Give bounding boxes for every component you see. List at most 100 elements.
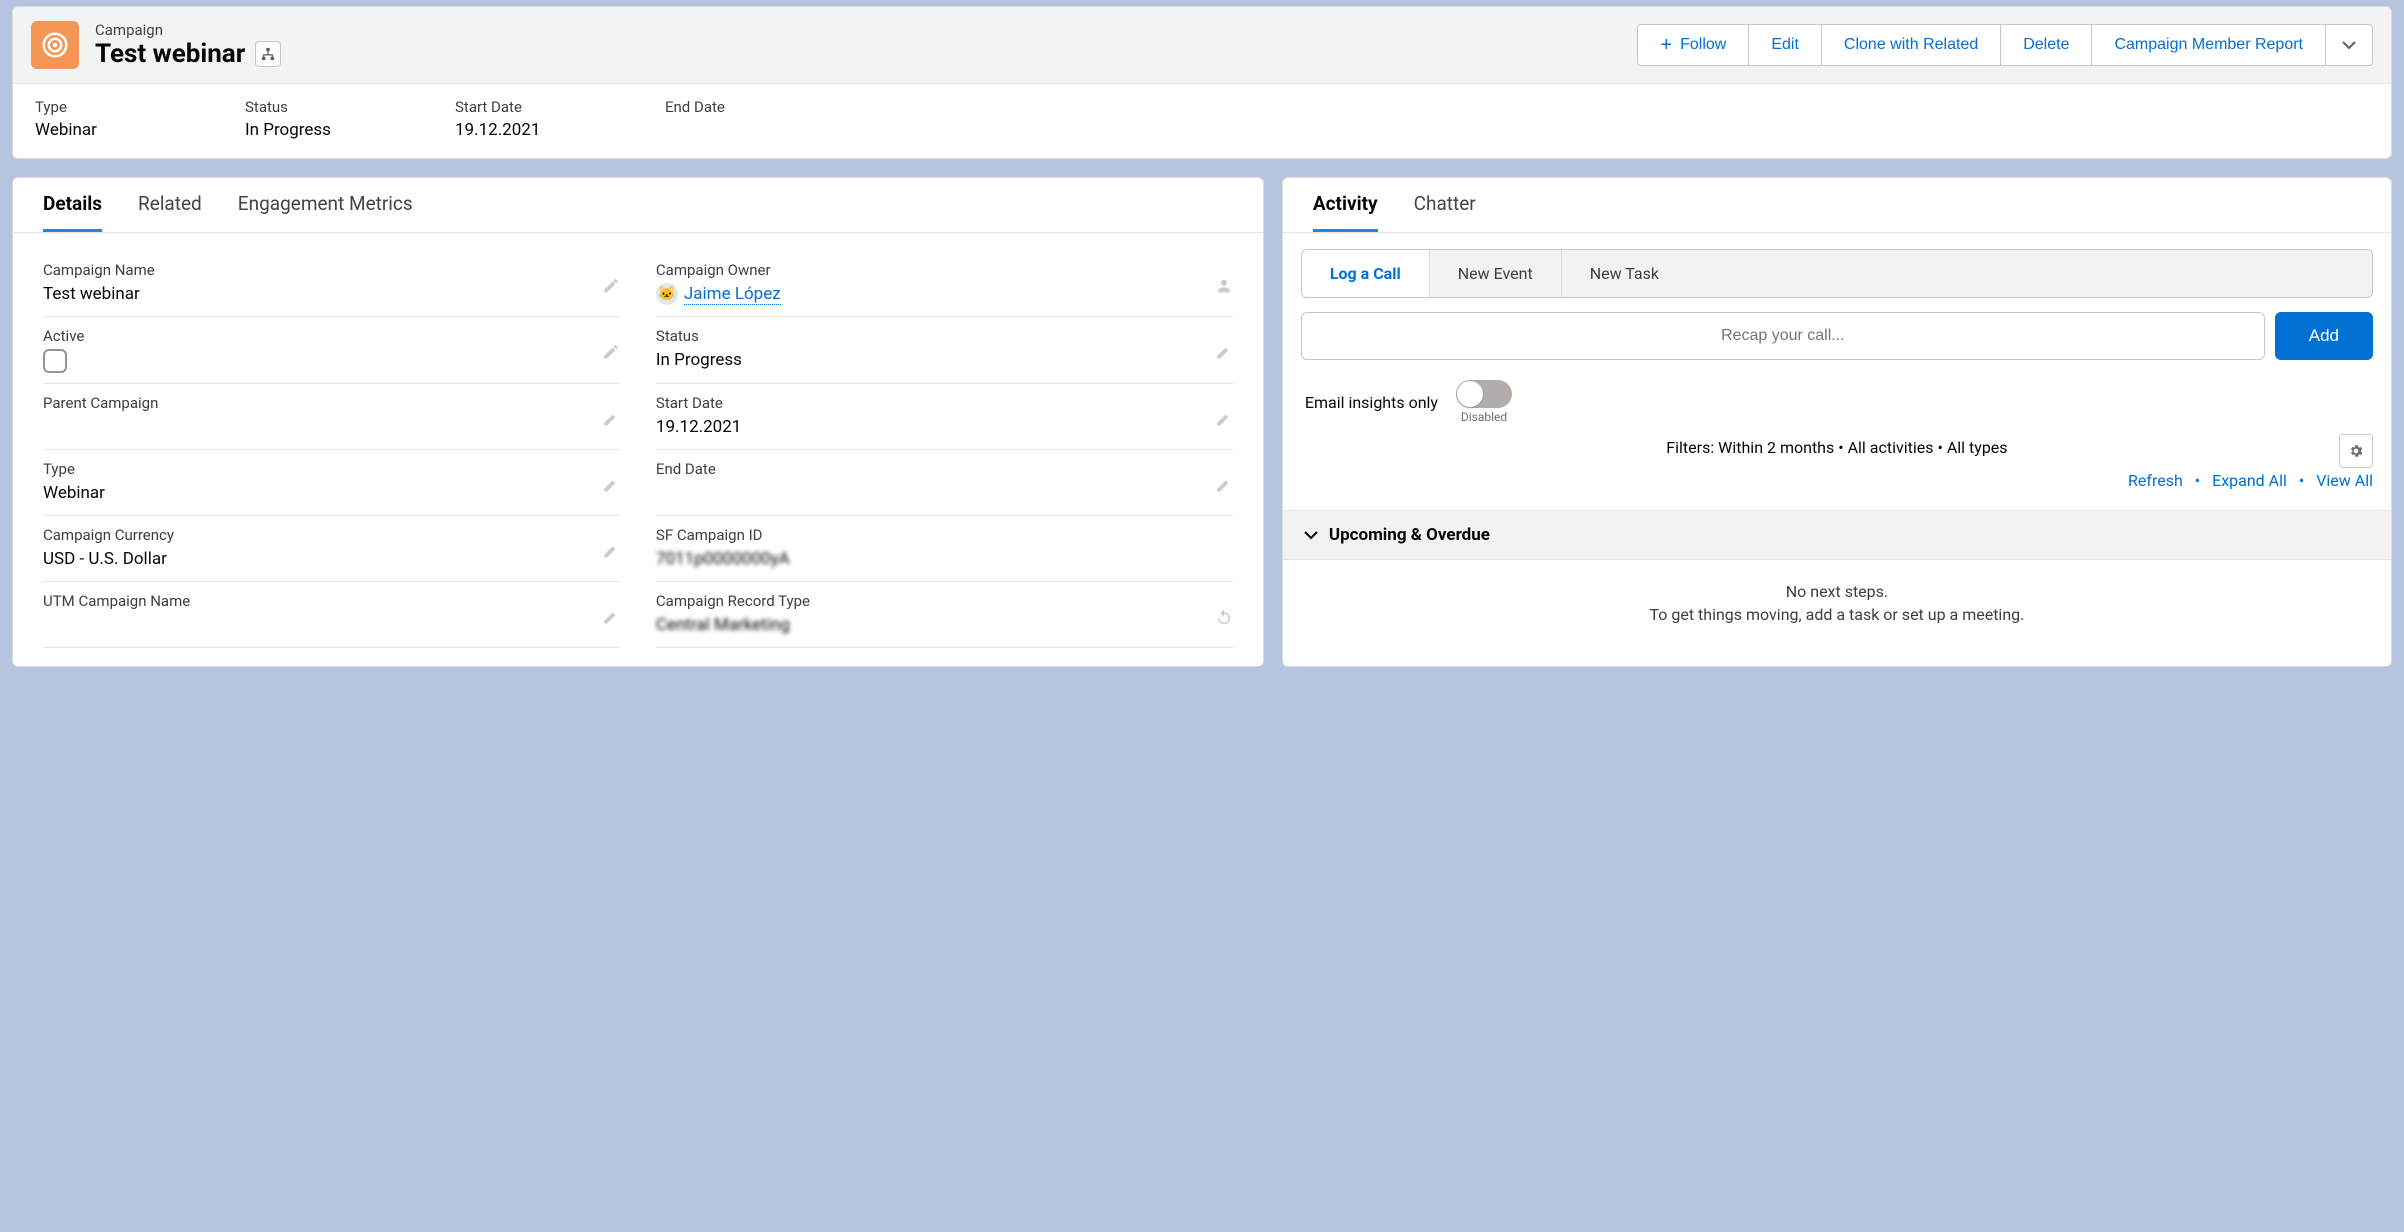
refresh-link[interactable]: Refresh [2128,471,2183,490]
field-value: Central Marketing [656,614,1233,636]
field-label: End Date [656,460,1233,478]
field-label: Parent Campaign [43,394,620,412]
change-owner-icon[interactable] [1215,276,1233,294]
chevron-down-icon [1303,527,1319,543]
field-value [43,614,620,636]
field-parent-campaign: Parent Campaign [43,384,620,450]
edit-button[interactable]: Edit [1748,24,1822,66]
hierarchy-button[interactable] [255,41,281,67]
owner-link[interactable]: Jaime López [684,284,781,305]
empty-line-1: No next steps. [1313,582,2361,601]
field-value [43,416,620,438]
field-label: Active [43,327,620,345]
owner-avatar-icon: 🐱 [656,283,678,305]
tab-engagement-metrics[interactable]: Engagement Metrics [238,192,413,232]
highlight-status: Status In Progress [245,98,385,140]
change-record-type-icon[interactable] [1215,607,1233,625]
field-value: 7011p0000000yA [656,548,1233,570]
edit-icon[interactable] [1215,343,1233,361]
field-value: Webinar [43,482,620,504]
subtab-log-a-call[interactable]: Log a Call [1302,250,1430,297]
gear-icon [2348,443,2364,459]
edit-icon[interactable] [1215,475,1233,493]
edit-icon[interactable] [602,343,620,361]
more-actions-button[interactable] [2325,24,2373,66]
field-value: 19.12.2021 [656,416,1233,438]
highlight-label: Start Date [455,98,595,116]
tab-chatter[interactable]: Chatter [1414,192,1476,232]
chevron-down-icon [2342,40,2356,50]
detail-tabset: Details Related Engagement Metrics [13,178,1263,233]
activity-subtabs: Log a Call New Event New Task [1301,249,2373,298]
highlight-value: Webinar [35,120,175,140]
field-sf-campaign-id: SF Campaign ID 7011p0000000yA [656,516,1233,582]
highlight-type: Type Webinar [35,98,175,140]
delete-button[interactable]: Delete [2000,24,2092,66]
field-value: USD - U.S. Dollar [43,548,620,570]
field-label: Type [43,460,620,478]
section-title: Upcoming & Overdue [1329,525,1490,545]
field-type: Type Webinar [43,450,620,516]
subtab-new-event[interactable]: New Event [1430,250,1562,297]
field-label: SF Campaign ID [656,526,1233,544]
tab-details[interactable]: Details [43,192,102,232]
record-title: Test webinar [95,39,245,69]
record-header: Campaign Test webinar + Follow Edit Clon… [12,6,2392,159]
plus-icon: + [1660,35,1672,55]
highlight-start-date: Start Date 19.12.2021 [455,98,595,140]
field-campaign-owner: Campaign Owner 🐱 Jaime López [656,251,1233,317]
highlight-label: Type [35,98,175,116]
follow-button[interactable]: + Follow [1637,24,1749,66]
edit-icon[interactable] [602,276,620,294]
member-report-button[interactable]: Campaign Member Report [2091,24,2326,66]
field-value: In Progress [656,349,1233,371]
field-value [656,482,1233,504]
field-label: Campaign Owner [656,261,1233,279]
empty-line-2: To get things moving, add a task or set … [1313,605,2361,624]
field-start-date: Start Date 19.12.2021 [656,384,1233,450]
edit-icon[interactable] [1215,409,1233,427]
highlight-label: Status [245,98,385,116]
edit-icon[interactable] [602,541,620,559]
upcoming-overdue-section[interactable]: Upcoming & Overdue [1283,510,2391,560]
expand-all-link[interactable]: Expand All [2212,471,2287,490]
field-utm-campaign-name: UTM Campaign Name [43,582,620,648]
highlight-value: In Progress [245,120,385,140]
field-label: Campaign Currency [43,526,620,544]
empty-state: No next steps. To get things moving, add… [1301,560,2373,634]
field-label: Status [656,327,1233,345]
email-insights-label: Email insights only [1305,393,1438,412]
edit-icon[interactable] [602,475,620,493]
filters-text: Filters: Within 2 months • All activitie… [1666,438,2007,457]
field-label: Campaign Record Type [656,592,1233,610]
field-label: UTM Campaign Name [43,592,620,610]
field-campaign-name: Campaign Name Test webinar [43,251,620,317]
view-all-link[interactable]: View All [2316,471,2373,490]
toggle-state: Disabled [1461,410,1507,424]
field-label: Campaign Name [43,261,620,279]
field-active: Active [43,317,620,384]
clone-button[interactable]: Clone with Related [1821,24,2001,66]
campaign-icon [31,21,79,69]
field-status: Status In Progress [656,317,1233,384]
edit-icon[interactable] [602,607,620,625]
tab-activity[interactable]: Activity [1313,192,1378,232]
active-checkbox[interactable] [43,349,67,373]
recap-call-input[interactable] [1301,312,2265,360]
follow-label: Follow [1680,36,1726,54]
field-value: Test webinar [43,283,620,305]
field-campaign-record-type: Campaign Record Type Central Marketing [656,582,1233,648]
subtab-new-task[interactable]: New Task [1562,250,2372,297]
highlight-end-date: End Date [665,98,805,140]
separator: • [2187,471,2208,490]
edit-icon[interactable] [602,409,620,427]
separator: • [2291,471,2312,490]
filters-settings-button[interactable] [2339,434,2373,468]
object-label: Campaign [95,21,281,39]
add-button[interactable]: Add [2275,312,2373,360]
highlight-value: 19.12.2021 [455,120,595,140]
field-end-date: End Date [656,450,1233,516]
tab-related[interactable]: Related [138,192,202,232]
email-insights-toggle[interactable] [1456,380,1512,408]
activity-tabset: Activity Chatter [1283,178,2391,233]
